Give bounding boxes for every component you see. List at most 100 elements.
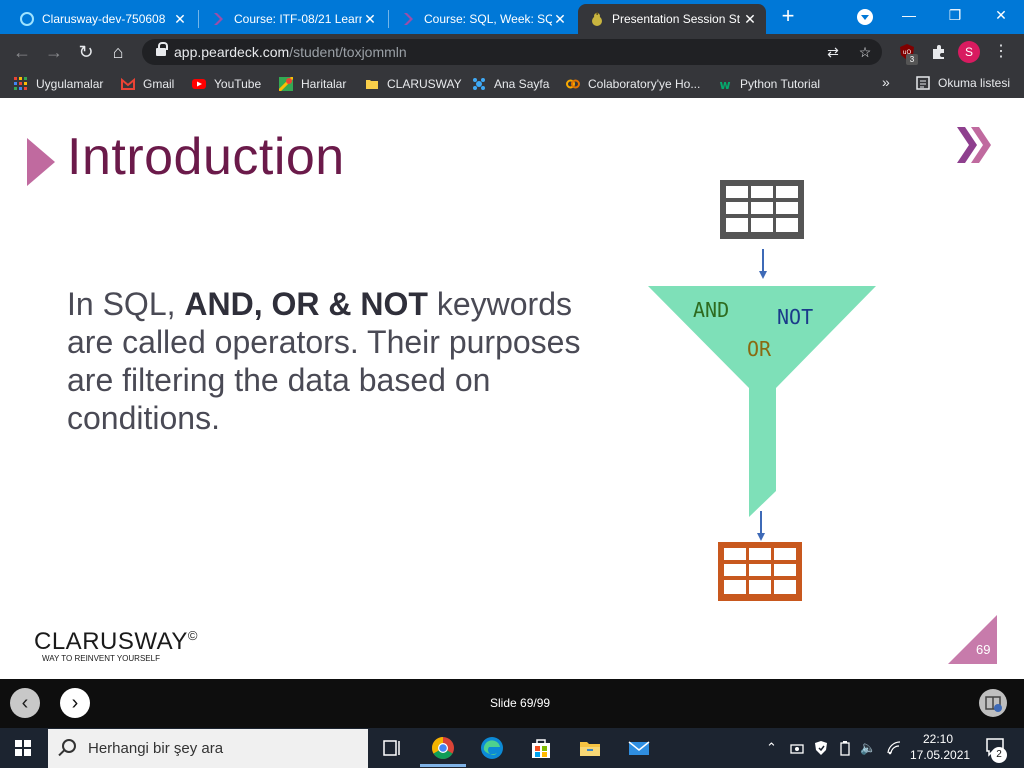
- brand-name: CLARUSWAY: [34, 628, 188, 655]
- tray-volume-icon[interactable]: 🔈: [860, 740, 876, 756]
- task-view-icon[interactable]: [377, 733, 407, 763]
- w3schools-icon: w: [719, 78, 730, 91]
- url-path: /student/toxjommln: [289, 44, 407, 60]
- notes-book-icon: [985, 696, 1002, 712]
- search-icon: [62, 739, 76, 753]
- funnel-label-not: NOT: [777, 305, 813, 329]
- slide-counter: Slide 69/99: [490, 696, 551, 710]
- close-tab-icon[interactable]: ✕: [742, 11, 758, 28]
- next-slide-button[interactable]: ›: [60, 688, 90, 718]
- taskbar-search-placeholder: Herhangi bir şey ara: [88, 740, 224, 757]
- close-tab-icon[interactable]: ✕: [362, 11, 378, 28]
- tray-defender-shield-icon[interactable]: [814, 740, 828, 756]
- bookmark-maps[interactable]: Haritalar: [279, 74, 346, 94]
- microsoft-store-icon[interactable]: [526, 733, 556, 763]
- tray-chevron-up-icon[interactable]: ⌃: [766, 740, 777, 756]
- new-tab-button[interactable]: +: [776, 5, 800, 29]
- tab-title: Course: SQL, Week: SQL: [424, 12, 552, 26]
- browser-menu-icon[interactable]: ⋮: [992, 42, 1010, 62]
- arrow-in-icon: [759, 249, 767, 279]
- tab-separator: [198, 10, 199, 28]
- close-tab-icon[interactable]: ✕: [552, 11, 568, 28]
- previous-slide-button[interactable]: ‹: [10, 688, 40, 718]
- tray-camera-icon[interactable]: [790, 741, 804, 755]
- body-prefix: In SQL,: [67, 286, 185, 322]
- notification-count-badge: 2: [991, 747, 1007, 763]
- edge-icon[interactable]: [477, 733, 507, 763]
- close-tab-icon[interactable]: ✕: [172, 11, 188, 28]
- bookmark-label: Colaboratory'ye Ho...: [588, 77, 701, 91]
- clarusway-chevron-icon: [214, 13, 223, 25]
- presentation-slide: Introduction In SQL, AND, OR & NOT keywo…: [0, 103, 1024, 677]
- taskbar-search-box[interactable]: Herhangi bir şey ara: [48, 729, 368, 768]
- profile-avatar[interactable]: S: [958, 41, 980, 63]
- windows-start-icon[interactable]: [15, 740, 31, 756]
- tab-title: Course: ITF-08/21 Learn: [234, 12, 362, 26]
- translate-icon[interactable]: ⇄: [824, 43, 842, 61]
- clock-date: 17.05.2021: [910, 748, 971, 762]
- arrow-out-icon: [757, 511, 765, 541]
- youtube-icon: [192, 79, 206, 89]
- bookmark-python-tutorial[interactable]: w Python Tutorial: [718, 74, 820, 94]
- tab-title: Clarusway-dev-750608: [42, 12, 166, 26]
- title-arrow-icon: [27, 138, 55, 186]
- url-domain: app.peardeck.com: [174, 44, 290, 60]
- funnel-shape: [648, 286, 876, 517]
- bookmark-label: YouTube: [214, 77, 262, 91]
- bookmark-apps[interactable]: Uygulamalar: [14, 74, 103, 94]
- lock-icon: [156, 42, 168, 58]
- ana-sayfa-icon: [473, 78, 485, 90]
- bookmarks-more-icon[interactable]: »: [882, 74, 890, 90]
- tray-battery-icon[interactable]: [839, 740, 851, 756]
- clarusway-brand: CLARUSWAY©: [34, 628, 198, 656]
- bookmark-gmail[interactable]: Gmail: [121, 74, 174, 94]
- folder-icon: [366, 80, 378, 89]
- svg-text:w: w: [719, 78, 730, 91]
- tab-search-icon[interactable]: [857, 9, 873, 25]
- colab-icon: [566, 79, 580, 89]
- maps-icon: [279, 77, 293, 91]
- home-icon[interactable]: ⌂: [106, 40, 130, 64]
- bookmark-youtube[interactable]: YouTube: [192, 74, 261, 94]
- tab-separator: [388, 10, 389, 28]
- apps-grid-icon: [14, 77, 27, 90]
- tab-clarusway-dev[interactable]: Clarusway-dev-750608 ✕: [8, 4, 196, 34]
- clarusway-logo-chevron-icon: [957, 127, 991, 163]
- slide-body-text: In SQL, AND, OR & NOT keywords are calle…: [67, 285, 587, 437]
- reading-list-button[interactable]: Okuma listesi: [916, 76, 1010, 90]
- forward-icon[interactable]: →: [42, 40, 66, 64]
- clarusway-chevron-icon: [404, 13, 413, 25]
- bookmark-colab[interactable]: Colaboratory'ye Ho...: [566, 74, 700, 94]
- gmail-icon: [121, 77, 135, 90]
- address-bar[interactable]: app.peardeck.com/student/toxjommln ⇄ ☆: [142, 39, 882, 65]
- minimize-icon[interactable]: —: [886, 0, 932, 30]
- notes-icon[interactable]: [979, 689, 1007, 717]
- bookmark-ana-sayfa[interactable]: Ana Sayfa: [472, 74, 549, 94]
- output-table-icon: [718, 542, 802, 601]
- back-icon[interactable]: ←: [10, 40, 34, 64]
- bookmark-label: Ana Sayfa: [494, 77, 550, 91]
- bookmark-label: Python Tutorial: [740, 77, 821, 91]
- tab-course-itf[interactable]: Course: ITF-08/21 Learn ✕: [200, 4, 386, 34]
- file-explorer-icon[interactable]: [575, 733, 605, 763]
- slide-page-number: 69: [976, 642, 991, 657]
- funnel-label-or: OR: [747, 337, 772, 361]
- bookmark-label: Uygulamalar: [36, 77, 104, 91]
- bookmark-clarusway[interactable]: CLARUSWAY: [365, 74, 462, 94]
- restore-icon[interactable]: ❐: [932, 0, 978, 30]
- chrome-icon[interactable]: [428, 733, 458, 763]
- input-table-icon: [720, 180, 804, 239]
- peardeck-pear-icon: [592, 12, 602, 26]
- tab-title: Presentation Session St: [612, 12, 741, 26]
- tab-course-sql[interactable]: Course: SQL, Week: SQL ✕: [390, 4, 576, 34]
- taskbar-clock[interactable]: 22:10 17.05.2021: [910, 731, 971, 763]
- browser-toolbar: ← → ↻ ⌂ app.peardeck.com/student/toxjomm…: [0, 34, 1024, 70]
- extensions-puzzle-icon[interactable]: [930, 43, 948, 61]
- tab-presentation-session[interactable]: Presentation Session St ✕: [578, 4, 766, 34]
- close-window-icon[interactable]: ✕: [978, 0, 1024, 30]
- mail-icon[interactable]: [624, 733, 654, 763]
- reload-icon[interactable]: ↻: [74, 40, 98, 64]
- body-operators: AND, OR & NOT: [184, 286, 428, 322]
- tray-wifi-icon[interactable]: [886, 741, 902, 755]
- bookmark-star-icon[interactable]: ☆: [856, 43, 874, 61]
